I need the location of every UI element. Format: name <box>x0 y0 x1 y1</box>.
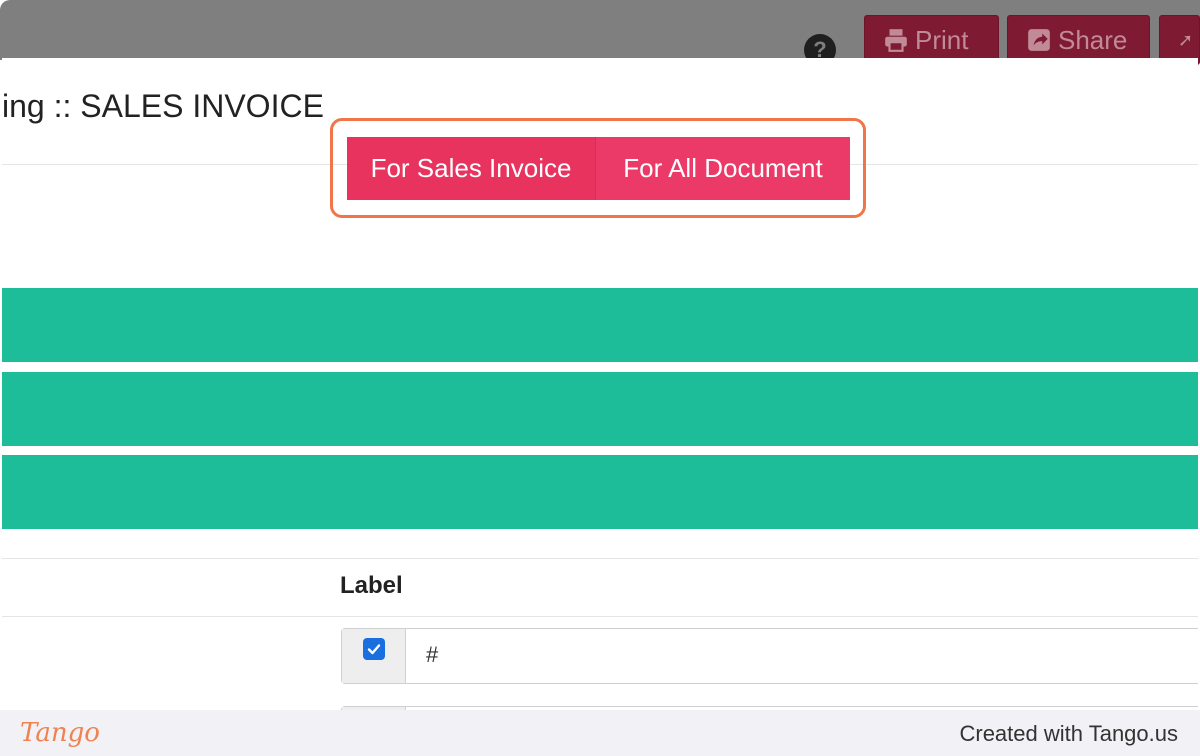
print-label: Print <box>915 24 969 55</box>
printer-icon <box>885 29 907 52</box>
section-bar-2[interactable] <box>2 372 1198 446</box>
table-top-divider <box>2 558 1198 559</box>
for-sales-invoice-button[interactable]: For Sales Invoice <box>347 137 595 200</box>
share-icon <box>1028 29 1050 51</box>
header-divider <box>2 616 1198 617</box>
for-all-document-button[interactable]: For All Document <box>595 137 850 200</box>
page-title: ing :: SALES INVOICE <box>2 88 324 124</box>
app-header: ? Print Share ➚ <box>0 0 1200 66</box>
expand-icon: ➚ <box>1178 29 1194 50</box>
column-header-label: Label <box>340 572 403 599</box>
document-scope-toggle: For Sales Invoice For All Document <box>347 137 850 200</box>
share-label: Share <box>1058 24 1128 55</box>
section-bar-3[interactable] <box>2 455 1198 529</box>
label-input-row: # <box>341 628 1198 684</box>
footer: Tango Created with Tango.us <box>0 710 1200 756</box>
checkbox-addon <box>342 629 406 683</box>
label-text-field[interactable]: # <box>406 629 1198 683</box>
check-icon <box>367 644 380 655</box>
label-checkbox[interactable] <box>362 638 385 660</box>
created-with-text: Created with Tango.us <box>959 721 1178 746</box>
section-bar-1[interactable] <box>2 288 1198 362</box>
tango-logo: Tango <box>20 718 100 748</box>
